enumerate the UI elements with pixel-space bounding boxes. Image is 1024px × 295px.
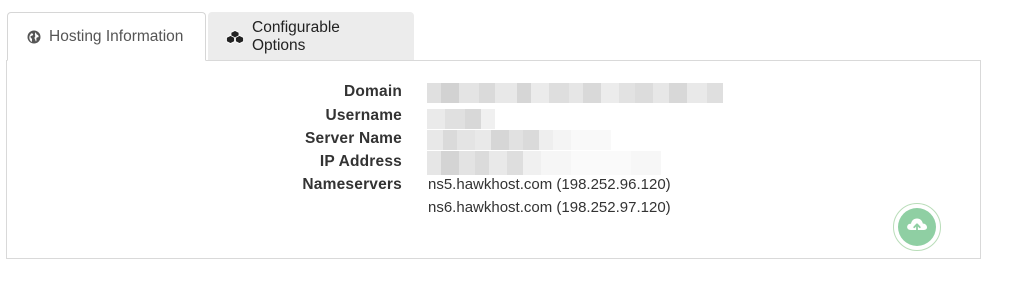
- username-row: Username: [7, 107, 980, 129]
- domain-row: Domain: [7, 83, 980, 105]
- ip-address-row: IP Address: [7, 151, 980, 175]
- tab-label: Hosting Information: [49, 27, 184, 45]
- nameservers-row-2: ns6.hawkhost.com (198.252.97.120): [7, 199, 980, 221]
- ip-address-label: IP Address: [319, 153, 402, 170]
- globe-icon: [27, 30, 41, 44]
- nameservers-row: Nameservers ns5.hawkhost.com (198.252.96…: [7, 176, 980, 198]
- tab-hosting-information[interactable]: Hosting Information: [7, 12, 206, 61]
- domain-label: Domain: [343, 83, 402, 100]
- tab-label: Configurable Options: [252, 18, 340, 54]
- nameservers-label: Nameservers: [302, 176, 402, 193]
- tab-bar: Hosting Information Configurable Options: [7, 12, 414, 61]
- tab-configurable-options[interactable]: Configurable Options: [208, 12, 414, 61]
- cloud-upload-icon: [905, 215, 929, 240]
- nameserver-2: ns6.hawkhost.com (198.252.97.120): [428, 199, 671, 216]
- username-redacted-value: [427, 109, 495, 129]
- domain-redacted-value: [427, 83, 723, 103]
- hosting-information-panel: Domain Username Server Name IP Address N…: [6, 60, 981, 259]
- cubes-icon: [226, 29, 244, 44]
- nameserver-1: ns5.hawkhost.com (198.252.96.120): [428, 176, 671, 193]
- username-label: Username: [325, 107, 402, 124]
- cloud-upload-button[interactable]: [893, 203, 941, 251]
- ip-address-redacted-value: [427, 151, 661, 175]
- cloud-upload-button-fill: [898, 208, 936, 246]
- server-name-label: Server Name: [305, 130, 402, 147]
- server-name-redacted-value: [427, 130, 611, 150]
- server-name-row: Server Name: [7, 130, 980, 152]
